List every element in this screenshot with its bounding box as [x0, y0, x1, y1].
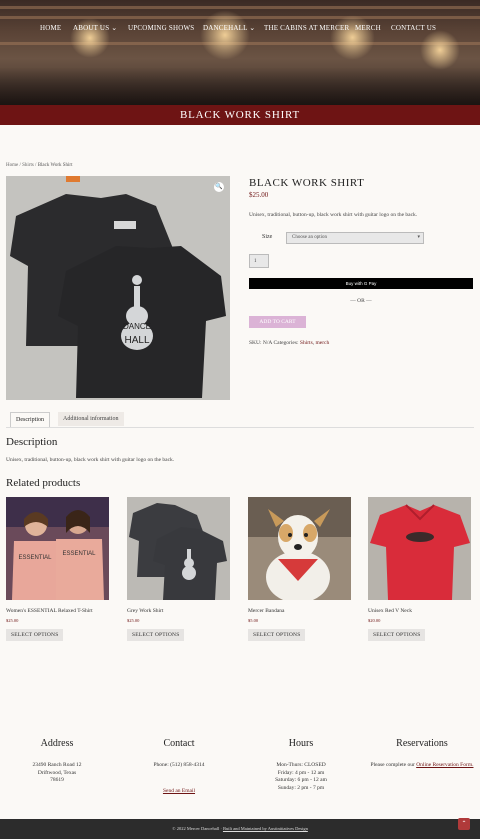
google-pay-button[interactable]: Buy with G Pay [249, 278, 473, 289]
category-link-merch[interactable]: merch [315, 340, 329, 346]
size-select-value: Choose an option [292, 235, 327, 240]
related-product-card: Grey Work Shirt $25.00 SELECT OPTIONS [127, 497, 230, 641]
product-meta: SKU: N/A Categories: Shirts, merch [249, 340, 330, 346]
nav-about-us-label: ABOUT US [73, 24, 110, 32]
footer-contact: Contact Phone: (512) 858-4314 Send an Em… [124, 738, 234, 797]
category-link-shirts[interactable]: Shirts [300, 340, 313, 346]
related-product-image[interactable] [248, 497, 351, 600]
related-products-heading: Related products [6, 477, 81, 489]
nav-upcoming-shows[interactable]: UPCOMING SHOWS [128, 24, 194, 32]
select-options-button[interactable]: SELECT OPTIONS [127, 629, 185, 641]
related-product-card: Unisex Red V Neck $20.00 SELECT OPTIONS [368, 497, 471, 641]
add-to-cart-button[interactable]: ADD TO CART [249, 316, 306, 328]
product-image[interactable]: DANCE HALL 🔍 [6, 176, 230, 400]
send-email-link[interactable]: Send an Email [163, 788, 195, 794]
tab-additional-information[interactable]: Additional information [58, 412, 124, 426]
related-product-price: $25.00 [6, 618, 19, 623]
shirt-print-text: ESSENTIAL [62, 551, 96, 557]
footer-heading: Hours [288, 738, 314, 749]
or-divider: — OR — [350, 298, 372, 304]
back-to-top-icon[interactable]: ⌃ [458, 818, 470, 830]
product-short-description: Unisex, traditional, button-up, black wo… [249, 212, 418, 218]
shirt-logo-text: DANCE [123, 322, 151, 331]
related-product-card: ESSENTIAL ESSENTIAL Women's ESSENTIAL Re… [6, 497, 109, 641]
chevron-down-icon: ⌄ [111, 24, 118, 32]
related-product-name[interactable]: Mercer Bandana [248, 608, 351, 615]
tab-description[interactable]: Description [10, 412, 50, 427]
related-product-name[interactable]: Grey Work Shirt [127, 608, 230, 615]
page-title: BLACK WORK SHIRT [179, 109, 301, 121]
hours-line: Mon-Thurs: CLOSED [276, 762, 326, 768]
shirt-print-text: ESSENTIAL [18, 555, 52, 561]
nav-merch[interactable]: MERCH [355, 24, 381, 32]
nav-home[interactable]: HOME [40, 24, 61, 32]
address-line: Driftwood, Texas [37, 769, 77, 776]
nav-cabins[interactable]: THE CABINS AT MERCER [264, 24, 349, 32]
related-product-card: Mercer Bandana $5.00 SELECT OPTIONS [248, 497, 351, 641]
related-product-image[interactable] [368, 497, 471, 600]
breadcrumb-current: Black Work Shirt [37, 163, 73, 168]
footer-reservations: Reservations Please complete our Online … [367, 738, 477, 770]
page-title-bar: BLACK WORK SHIRT [0, 105, 480, 125]
footer-heading: Address [40, 738, 74, 749]
ceiling-beam [0, 6, 480, 9]
size-label: Size [262, 234, 273, 240]
related-product-price: $5.00 [248, 618, 259, 623]
light-glow [420, 30, 460, 70]
nav-contact-us[interactable]: CONTACT US [391, 24, 436, 32]
related-product-name[interactable]: Unisex Red V Neck [368, 608, 471, 615]
hours-line: Friday: 4 pm - 12 am [277, 769, 325, 776]
related-product-price: $25.00 [127, 618, 140, 623]
related-product-image[interactable] [127, 497, 230, 600]
breadcrumb-shirts[interactable]: Shirts [22, 163, 34, 168]
related-product-name[interactable]: Women's ESSENTIAL Relaxed T-Shirt [6, 608, 109, 615]
nav-dancehall-label: DANCEHALL [203, 24, 248, 32]
nav-about-us[interactable]: ABOUT US ⌄ [73, 24, 117, 32]
chevron-down-icon: ⌄ [249, 24, 256, 32]
breadcrumb-home[interactable]: Home [6, 163, 18, 168]
hero-floor [0, 67, 480, 107]
description-heading: Description [6, 436, 58, 448]
footer-bar: © 2022 Mercer Dancehall · Built and Main… [0, 819, 480, 839]
description-text: Unisex, traditional, button-up, black wo… [6, 457, 175, 463]
hours-line: Saturday: 6 pm - 12 am [275, 777, 327, 783]
address-line: 78619 [50, 777, 64, 783]
credit-link[interactable]: Built and Maintained by Austinitiatives … [223, 826, 308, 831]
footer-heading: Contact [163, 738, 195, 749]
related-product-image[interactable]: ESSENTIAL ESSENTIAL [6, 497, 109, 600]
nav-dancehall[interactable]: DANCEHALL ⌄ [203, 24, 255, 32]
select-options-button[interactable]: SELECT OPTIONS [368, 629, 426, 641]
shirt-logo-text: HALL [124, 335, 149, 346]
copyright-text: © 2022 Mercer Dancehall · [172, 826, 223, 831]
main-nav: HOME ABOUT US ⌄ UPCOMING SHOWS DANCEHALL… [0, 24, 480, 36]
size-select[interactable]: Choose an option ▾ [286, 232, 424, 244]
select-options-button[interactable]: SELECT OPTIONS [6, 629, 64, 641]
breadcrumb: Home / Shirts / Black Work Shirt [6, 163, 72, 168]
footer-heading: Reservations [396, 738, 448, 749]
hero-banner [0, 0, 480, 107]
tab-divider [6, 427, 474, 428]
footer-hours: Hours Mon-Thurs: CLOSED Friday: 4 pm - 1… [246, 738, 356, 792]
related-product-price: $20.00 [368, 618, 381, 623]
zoom-icon[interactable]: 🔍 [214, 182, 224, 192]
address-line: 23490 Ranch Road 12 [32, 762, 82, 768]
product-price: $25.00 [249, 191, 269, 199]
light-glow [330, 15, 375, 60]
reservations-intro: Please complete our [370, 762, 417, 768]
chevron-down-icon: ▾ [417, 235, 420, 240]
copyright: © 2022 Mercer Dancehall · Built and Main… [0, 826, 480, 831]
footer-address: Address 23490 Ranch Road 12 Driftwood, T… [2, 738, 112, 785]
shirt-illustration: DANCE HALL [6, 176, 230, 400]
categories-label: Categories: [273, 340, 299, 346]
hours-line: Sunday: 2 pm - 7 pm [277, 784, 325, 791]
sku: SKU: N/A [249, 340, 273, 346]
product-title: BLACK WORK SHIRT [249, 177, 365, 189]
select-options-button[interactable]: SELECT OPTIONS [248, 629, 306, 641]
reservation-form-link[interactable]: Online Reservation Form. [416, 762, 473, 768]
reservations-text: Please complete our Online Reservation F… [367, 762, 477, 770]
contact-phone: Phone: (512) 858-4314 [153, 762, 205, 768]
quantity-input[interactable]: 1 [249, 254, 269, 268]
